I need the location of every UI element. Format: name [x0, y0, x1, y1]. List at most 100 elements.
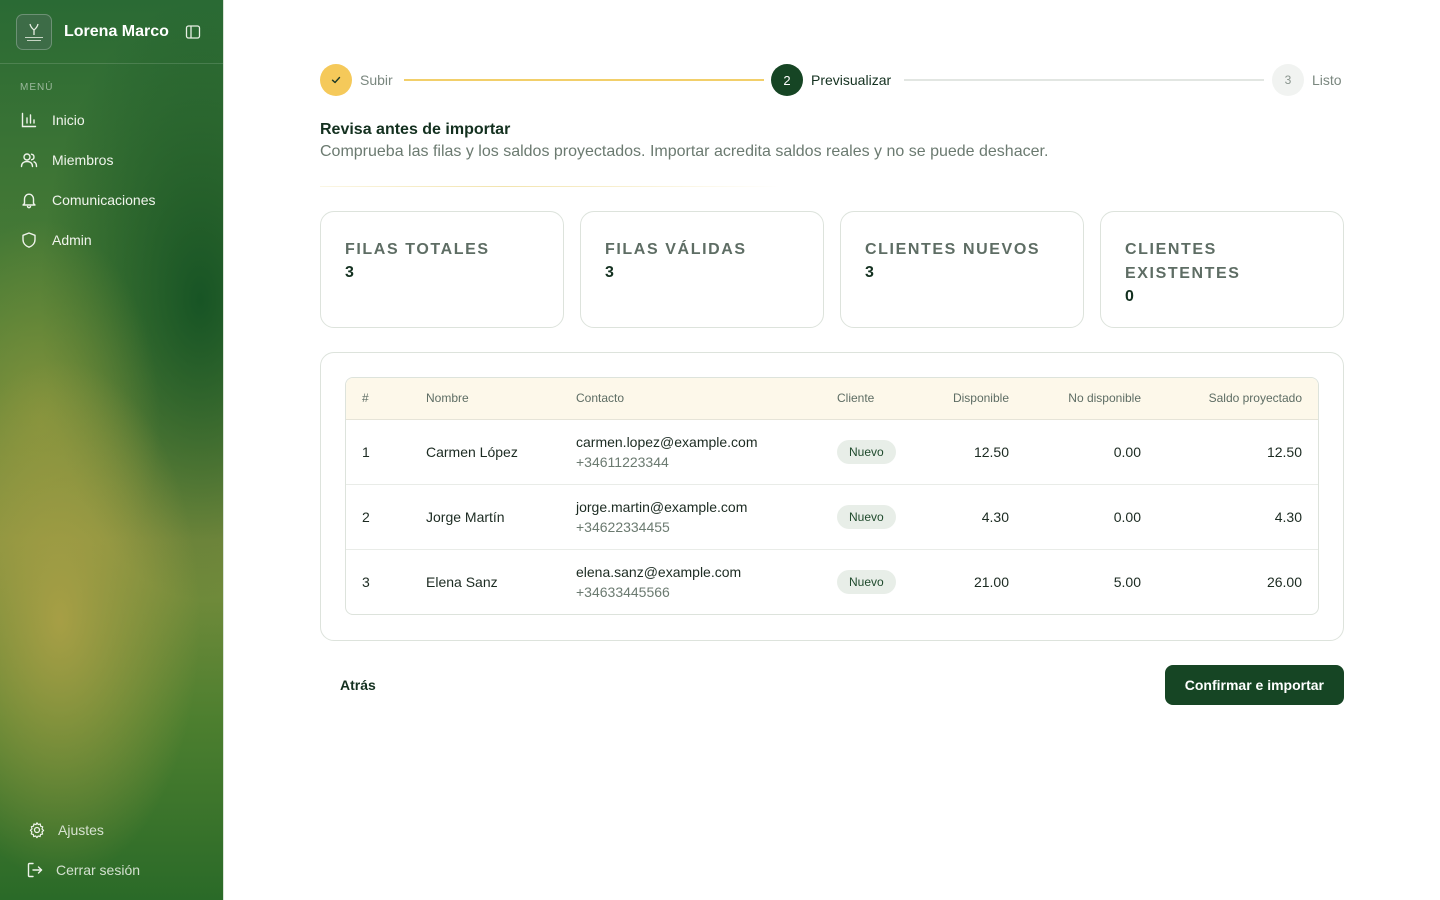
- sidebar-bottom-nav: Ajustes Cerrar sesión: [20, 810, 210, 890]
- row-client: Nuevo: [821, 484, 921, 549]
- row-name: Elena Sanz: [426, 573, 498, 590]
- bell-icon: [22, 193, 36, 209]
- sidebar-nav: Inicio Miembros Comunicaciones Admin: [12, 100, 212, 260]
- preview-table-card: # Nombre Contacto Cliente Disponible No …: [320, 352, 1344, 641]
- header-divider: [320, 186, 780, 187]
- sidebar-item-comunicaciones[interactable]: Comunicaciones: [12, 180, 212, 220]
- sidebar-item-label: Ajustes: [58, 822, 104, 838]
- row-contact: jorge.martin@example.com +34622334455: [560, 484, 821, 549]
- logout-icon: [27, 862, 43, 878]
- stat-label: CLIENTES EXISTENTES: [1125, 241, 1241, 282]
- stat-value: 3: [345, 264, 354, 281]
- row-unavailable: 0.00: [1113, 508, 1141, 525]
- page-title: Revisa antes de importar: [320, 121, 511, 138]
- row-index: 2: [362, 508, 370, 525]
- column-header-projected: Saldo proyectado: [1208, 391, 1302, 406]
- step-3-number: 3: [1284, 73, 1292, 87]
- stat-value: 3: [865, 264, 874, 281]
- step-3-label: Listo: [1312, 72, 1342, 88]
- stat-card-existing-clients: CLIENTES EXISTENTES 0: [1100, 211, 1344, 328]
- sidebar-item-label: Cerrar sesión: [56, 862, 141, 878]
- gear-icon: [29, 822, 45, 839]
- table-row: 2 Jorge Martín jorge.martin@example.com …: [346, 484, 1318, 549]
- row-email: elena.sanz@example.com: [576, 563, 742, 580]
- brand-logo: [16, 14, 52, 50]
- row-name: Carmen López: [426, 443, 518, 460]
- row-email: jorge.martin@example.com: [576, 498, 748, 515]
- check-icon: [331, 76, 341, 84]
- step-2-current: 2: [771, 64, 803, 96]
- table-row: 3 Elena Sanz elena.sanz@example.com +346…: [346, 549, 1318, 614]
- page-subtitle: Comprueba las filas y los saldos proyect…: [320, 143, 1049, 160]
- menu-section-label: MENÚ: [20, 82, 54, 93]
- column-header-index: #: [362, 391, 369, 406]
- step-3-pending: 3: [1272, 64, 1304, 96]
- row-phone: +34611223344: [576, 453, 669, 470]
- preview-table: # Nombre Contacto Cliente Disponible No …: [346, 378, 1318, 614]
- sidebar-item-ajustes[interactable]: Ajustes: [20, 810, 210, 850]
- sidebar-item-inicio[interactable]: Inicio: [12, 100, 212, 140]
- column-header-name: Nombre: [426, 391, 469, 406]
- step-1-label: Subir: [360, 72, 393, 88]
- step-1-done: [320, 64, 352, 96]
- step-2-label: Previsualizar: [811, 72, 892, 88]
- row-unavailable: 5.00: [1113, 573, 1141, 590]
- row-name: Jorge Martín: [426, 508, 505, 525]
- row-contact: carmen.lopez@example.com +34611223344: [560, 419, 821, 484]
- sidebar-item-miembros[interactable]: Miembros: [12, 140, 212, 180]
- table-header-row: # Nombre Contacto Cliente Disponible No …: [346, 378, 1318, 419]
- table-body: 1 Carmen López carmen.lopez@example.com …: [346, 419, 1318, 614]
- preview-table-wrapper: # Nombre Contacto Cliente Disponible No …: [345, 377, 1319, 615]
- row-contact: elena.sanz@example.com +34633445566: [560, 549, 821, 614]
- client-status-badge: Nuevo: [837, 439, 896, 464]
- row-index: 1: [362, 443, 370, 460]
- row-available: 12.50: [973, 443, 1009, 460]
- table-row: 1 Carmen López carmen.lopez@example.com …: [346, 419, 1318, 484]
- row-client: Nuevo: [821, 419, 921, 484]
- row-projected: 4.30: [1274, 508, 1302, 525]
- sidebar-divider: [0, 63, 223, 64]
- column-header-available: Disponible: [952, 391, 1009, 406]
- client-status-badge: Nuevo: [837, 504, 896, 529]
- import-stepper: Subir 2 Previsualizar 3 Listo: [320, 64, 1344, 96]
- shield-icon: [22, 232, 36, 248]
- stat-card-valid-rows: FILAS VÁLIDAS 3: [580, 211, 824, 328]
- users-icon: [20, 153, 38, 168]
- column-header-contact: Contacto: [576, 391, 625, 406]
- step-connector-1: [404, 79, 764, 81]
- sidebar-item-admin[interactable]: Admin: [12, 220, 212, 260]
- back-button[interactable]: Atrás: [320, 665, 396, 705]
- sidebar-item-label: Inicio: [52, 112, 85, 128]
- stat-value: 0: [1125, 288, 1134, 305]
- row-available: 4.30: [981, 508, 1009, 525]
- column-header-client: Cliente: [837, 391, 875, 406]
- sidebar-toggle-icon[interactable]: [185, 24, 201, 40]
- step-connector-2: [904, 79, 1264, 81]
- stat-label: FILAS VÁLIDAS: [605, 241, 747, 258]
- sidebar-item-label: Admin: [52, 232, 92, 248]
- row-phone: +34622334455: [576, 518, 670, 535]
- client-status-badge: Nuevo: [837, 569, 896, 594]
- bar-chart-icon: [21, 112, 37, 128]
- confirm-import-button[interactable]: Confirmar e importar: [1164, 665, 1344, 705]
- stat-value: 3: [605, 264, 614, 281]
- brand: Lorena Marco: [16, 14, 208, 50]
- row-unavailable: 0.00: [1113, 443, 1141, 460]
- sidebar: Lorena Marco MENÚ Inicio Miembros Comuni…: [0, 0, 224, 900]
- row-available: 21.00: [973, 573, 1009, 590]
- row-projected: 12.50: [1266, 443, 1302, 460]
- stat-label: FILAS TOTALES: [345, 241, 490, 258]
- column-header-unavailable: No disponible: [1068, 391, 1141, 406]
- stat-label: CLIENTES NUEVOS: [865, 241, 1041, 258]
- row-index: 3: [362, 573, 370, 590]
- row-phone: +34633445566: [576, 583, 670, 600]
- stat-card-total-rows: FILAS TOTALES 3: [320, 211, 564, 328]
- row-email: carmen.lopez@example.com: [576, 433, 758, 450]
- sidebar-item-cerrar-sesion[interactable]: Cerrar sesión: [20, 850, 210, 890]
- step-2-number: 2: [783, 72, 791, 88]
- sidebar-item-label: Comunicaciones: [52, 192, 156, 208]
- stat-card-new-clients: CLIENTES NUEVOS 3: [840, 211, 1084, 328]
- row-client: Nuevo: [821, 549, 921, 614]
- brand-name: Lorena Marco: [64, 23, 169, 40]
- logo-mark-icon: [25, 23, 43, 41]
